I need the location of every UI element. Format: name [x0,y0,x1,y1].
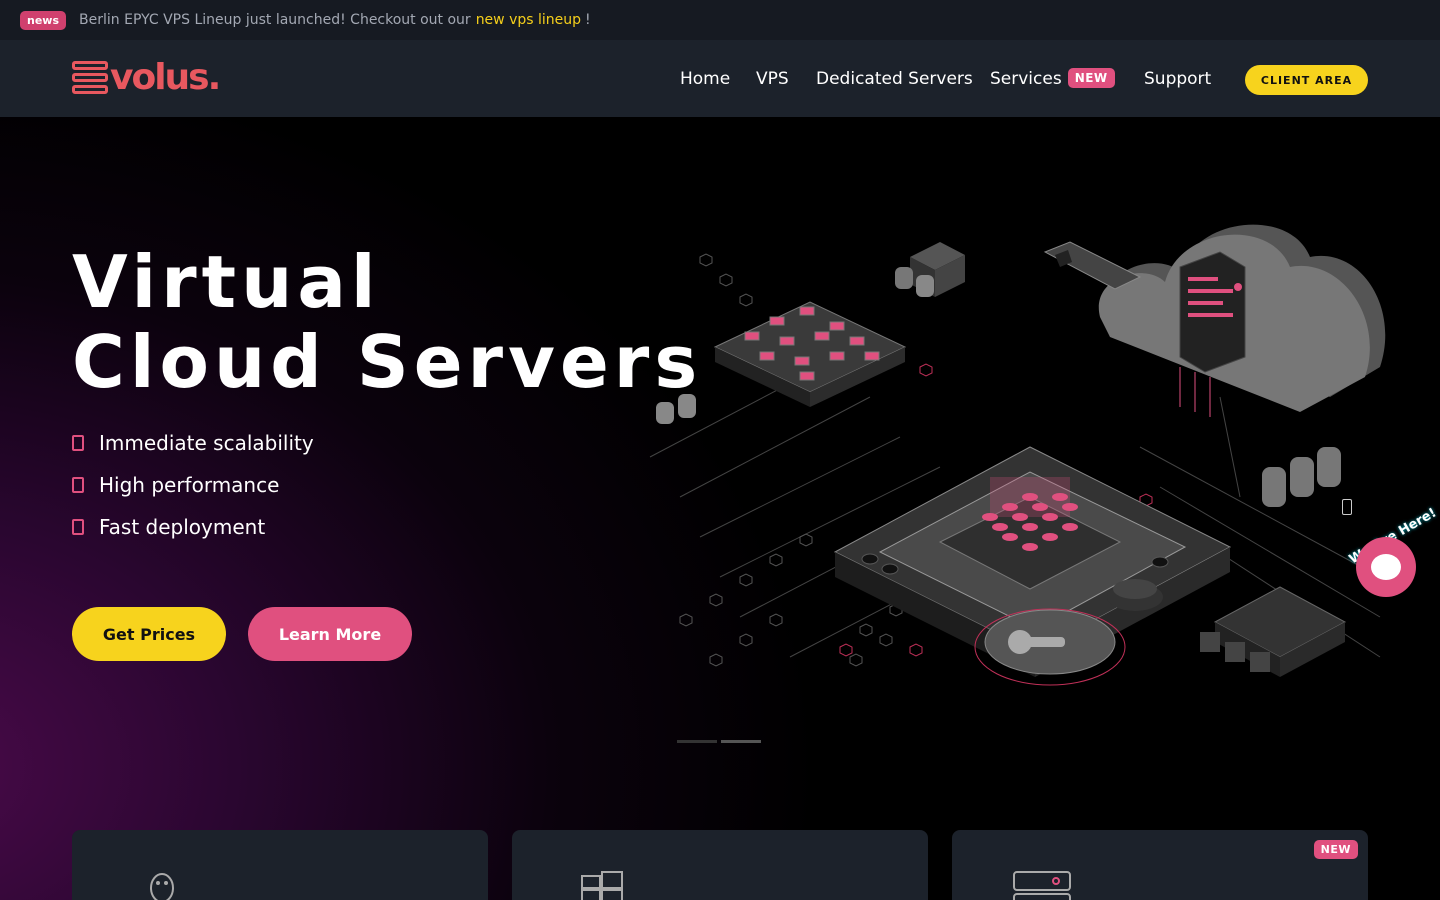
card-new-badge: NEW [1313,840,1358,859]
hero-title: Virtual Cloud Servers [72,242,702,402]
slider-dots [677,740,761,743]
slider-dot[interactable] [677,740,717,743]
small-chip [1200,586,1347,677]
product-card[interactable] [512,830,928,900]
news-badge: news [20,10,67,30]
chat-speech-icon [1371,554,1401,580]
server-icon [1013,871,1071,900]
nav-services-new-badge: NEW [1067,67,1115,88]
news-link[interactable]: new vps lineup [476,12,581,28]
feature-bullet-icon [72,477,84,493]
feature-list: Immediate scalability High performance F… [72,422,314,548]
product-card[interactable]: NEW [952,830,1368,900]
announcement-bar: news Berlin EPYC VPS Lineup just launche… [0,0,1440,40]
slider-dot-active[interactable] [721,740,761,743]
feature-label: Immediate scalability [99,431,314,455]
chat-bubble-icon[interactable] [1356,537,1416,597]
left-chip [713,301,907,407]
logo[interactable]: volus. [72,57,221,98]
feature-label: Fast deployment [99,515,266,539]
logo-mark-icon [72,59,108,97]
site-header: volus. Home VPS Dedicated Servers Servic… [0,40,1440,117]
feature-item: Fast deployment [72,506,314,548]
credential-card [1043,241,1142,290]
hero-title-line2: Cloud Servers [72,320,703,404]
logo-text: volus. [110,57,221,98]
feature-label: High performance [99,473,280,497]
hero-section: Virtual Cloud Servers Immediate scalabil… [0,117,1440,900]
get-prices-button[interactable]: Get Prices [72,607,226,661]
chat-widget[interactable]: We Are Here! [1338,506,1439,605]
client-area-button[interactable]: CLIENT AREA [1245,65,1368,95]
feature-item: High performance [72,464,314,506]
feature-bullet-icon [72,519,84,535]
product-card[interactable] [72,830,488,900]
document-icon [1342,499,1352,515]
server-illustration [649,224,1386,686]
nav-services[interactable]: Services NEW [990,67,1115,89]
nav-vps[interactable]: VPS [756,69,789,89]
linux-icon [150,873,174,900]
learn-more-button[interactable]: Learn More [248,607,412,661]
windows-icon [581,871,623,900]
news-text: Berlin EPYC VPS Lineup just launched! Ch… [79,12,471,28]
nav-support[interactable]: Support [1144,69,1211,89]
nav-dedicated-servers[interactable]: Dedicated Servers [816,69,973,89]
nav-services-label: Services [990,68,1062,89]
cloud [1098,224,1386,417]
news-end: ! [585,12,591,28]
cylinders-left [656,394,696,424]
server-block [895,242,965,297]
feature-bullet-icon [72,435,84,451]
cylinders-right [1262,447,1341,507]
feature-item: Immediate scalability [72,422,314,464]
nav-home[interactable]: Home [680,69,730,89]
hero-title-line1: Virtual [72,240,381,324]
